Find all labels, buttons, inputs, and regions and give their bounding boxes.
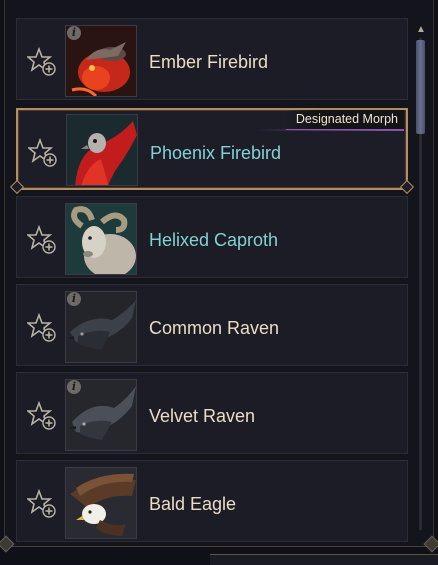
favorite-star-add-icon[interactable]: [28, 138, 58, 168]
morph-name: Helixed Caproth: [149, 230, 279, 250]
morph-name: Velvet Raven: [149, 406, 256, 426]
info-icon[interactable]: i: [67, 380, 81, 394]
info-icon[interactable]: i: [67, 26, 81, 40]
favorite-star-add-icon[interactable]: [27, 225, 57, 255]
morph-row-ember-firebird[interactable]: i Ember Firebird: [16, 18, 408, 100]
phoenix-firebird-portrait: [66, 114, 138, 186]
bottom-bar: [210, 554, 438, 565]
morph-name: Phoenix Firebird: [150, 143, 282, 163]
list-scrollbar[interactable]: ▲: [415, 24, 426, 536]
favorite-star-add-icon[interactable]: [27, 489, 57, 519]
designated-morph-tag: Designated Morph: [285, 110, 404, 130]
chevron-up-icon[interactable]: ▲: [416, 24, 426, 36]
morph-name: Ember Firebird: [149, 52, 269, 72]
favorite-star-add-icon[interactable]: [27, 313, 57, 343]
morph-row-helixed-caproth[interactable]: Helixed Caproth: [16, 196, 408, 278]
bald-eagle-portrait: [65, 467, 137, 539]
morph-row-bald-eagle[interactable]: Bald Eagle: [16, 460, 408, 542]
info-icon[interactable]: i: [67, 292, 81, 306]
scrollbar-thumb[interactable]: [416, 40, 425, 134]
morph-row-common-raven[interactable]: i Common Raven: [16, 284, 408, 366]
favorite-star-add-icon[interactable]: [27, 401, 57, 431]
morph-name: Common Raven: [149, 318, 280, 338]
morph-name: Bald Eagle: [149, 494, 237, 514]
tag-accent-line: [254, 129, 404, 131]
morph-row-velvet-raven[interactable]: i Velvet Raven: [16, 372, 408, 454]
favorite-star-add-icon[interactable]: [27, 47, 57, 77]
morph-row-phoenix-firebird[interactable]: Phoenix Firebird Designated Morph: [16, 108, 408, 190]
helixed-caproth-portrait: [65, 203, 137, 275]
